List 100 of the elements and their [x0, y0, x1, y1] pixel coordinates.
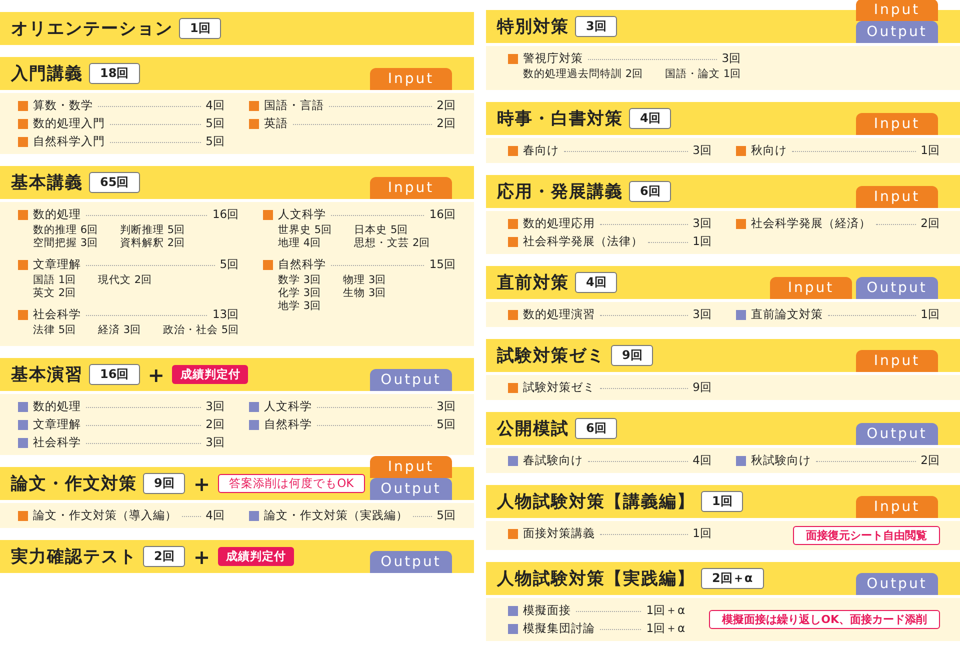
- subject-count: 3回: [436, 399, 456, 414]
- subject-label: 算数・数学: [33, 98, 93, 113]
- subject-count: 1回: [692, 234, 712, 249]
- subject-count: 16回: [429, 207, 456, 222]
- detail-text: 思想・文芸 2回: [354, 237, 430, 250]
- subject-count: 4回: [206, 98, 225, 113]
- detail-text: 空間把握 3回: [33, 237, 98, 250]
- section-title: 直前対策: [497, 272, 569, 294]
- detail-text: 日本史 5回: [354, 224, 410, 237]
- square-icon: [249, 118, 259, 128]
- square-icon: [18, 118, 28, 128]
- square-icon: [736, 310, 746, 320]
- section-title: 論文・作文対策: [11, 473, 137, 495]
- subject-label: 数的処理: [33, 399, 81, 414]
- type-tag: Input: [856, 496, 938, 518]
- subject-count: 1回: [920, 307, 940, 322]
- subject-label: 春試験向け: [523, 453, 583, 468]
- subject-count: 16回: [212, 207, 240, 222]
- session-count: 6回: [629, 181, 672, 202]
- note-label: 答案添削は何度でもOK: [218, 474, 365, 493]
- subject-count: 5回: [206, 134, 225, 149]
- detail-text: 生物 3回: [343, 287, 386, 300]
- subject-count: 1回＋α: [646, 621, 686, 636]
- subject-count: 2回: [920, 216, 940, 231]
- subject-count: 2回: [206, 417, 225, 432]
- square-icon: [263, 260, 274, 270]
- detail-text: 世界史 5回: [278, 224, 332, 237]
- subject-count: 1回: [920, 143, 940, 158]
- subject-label: 文章理解: [33, 257, 81, 272]
- note-label: 面接復元シート自由閲覧: [793, 526, 940, 545]
- subject-label: 社会科学: [33, 435, 81, 450]
- session-count: 9回: [611, 345, 654, 366]
- square-icon: [249, 100, 259, 110]
- subject-label: 試験対策ゼミ: [523, 380, 595, 395]
- session-count: 4回: [629, 108, 672, 129]
- type-tag: Output: [370, 551, 452, 573]
- subject-count: 2回: [436, 116, 456, 131]
- type-tag: Input: [370, 68, 452, 90]
- detail-text: 資料解釈 2回: [120, 237, 186, 250]
- type-tag: Input: [370, 177, 452, 199]
- square-icon: [736, 456, 746, 466]
- session-count: 2回＋α: [701, 568, 764, 589]
- subject-count: 1回: [692, 526, 712, 541]
- subject-label: 数的処理応用: [523, 216, 595, 231]
- section-title: 基本講義: [11, 172, 83, 194]
- subject-label: 数的処理演習: [523, 307, 595, 322]
- subject-label: 面接対策講義: [523, 526, 595, 541]
- section-title: 基本演習: [11, 364, 83, 386]
- type-tag: Output: [856, 277, 938, 299]
- detail-text: 数学 3回: [278, 274, 322, 287]
- subject-count: 1回＋α: [646, 603, 686, 618]
- square-icon: [18, 100, 28, 110]
- subject-label: 自然科学: [278, 257, 326, 272]
- section-title: 実力確認テスト: [11, 546, 137, 568]
- square-icon: [249, 420, 259, 430]
- section-title: 人物試験対策【講義編】: [497, 491, 695, 513]
- subject-label: 論文・作文対策（導入編）: [33, 508, 177, 523]
- type-tag: Output: [856, 423, 938, 445]
- subject-label: 模擬面接: [523, 603, 571, 618]
- square-icon: [508, 310, 518, 320]
- subject-count: 5回: [220, 257, 240, 272]
- note-label: 模擬面接は繰り返しOK、面接カード添削: [709, 610, 940, 629]
- detail-text: 地学 3回: [278, 300, 322, 313]
- session-count: 4回: [575, 272, 618, 293]
- session-count: 9回: [143, 473, 186, 494]
- subject-label: 社会科学: [33, 307, 81, 322]
- square-icon: [736, 218, 746, 228]
- type-tag: Output: [370, 369, 452, 391]
- subject-label: 秋試験向け: [751, 453, 811, 468]
- square-icon: [18, 438, 28, 448]
- section-title: 入門講義: [11, 63, 83, 85]
- subject-count: 3回: [692, 143, 712, 158]
- detail-text: 法律 5回: [33, 324, 76, 337]
- type-tag: Output: [856, 21, 938, 43]
- detail-text: 英文 2回: [33, 287, 76, 300]
- subject-label: 文章理解: [33, 417, 81, 432]
- detail-text: 政治・社会 5回: [163, 324, 240, 337]
- session-count: 1回: [179, 18, 222, 39]
- detail-text: 物理 3回: [343, 274, 386, 287]
- subject-count: 13回: [212, 307, 240, 322]
- subject-count: 2回: [920, 453, 940, 468]
- subject-count: 3回: [722, 51, 742, 66]
- subject-count: 3回: [692, 307, 712, 322]
- type-tag: Input: [856, 350, 938, 372]
- detail-text: 経済 3回: [98, 324, 142, 337]
- detail-text: 判断推理 5回: [120, 224, 186, 237]
- square-icon: [736, 146, 746, 156]
- grading-badge: 成績判定付: [172, 365, 248, 384]
- section-title: オリエンテーション: [11, 18, 173, 40]
- subject-label: 警視庁対策: [523, 51, 583, 66]
- square-icon: [508, 54, 518, 64]
- section-title: 応用・発展講義: [497, 181, 623, 203]
- grading-badge: 成績判定付: [218, 547, 294, 566]
- subject-label: 春向け: [523, 143, 559, 158]
- subject-count: 9回: [692, 380, 712, 395]
- detail-text: 数的推理 6回: [33, 224, 98, 237]
- subject-count: 4回: [692, 453, 712, 468]
- subject-count: 2回: [436, 98, 456, 113]
- subject-count: 15回: [429, 257, 456, 272]
- detail-text: 数的処理過去問特訓 2回: [523, 68, 644, 81]
